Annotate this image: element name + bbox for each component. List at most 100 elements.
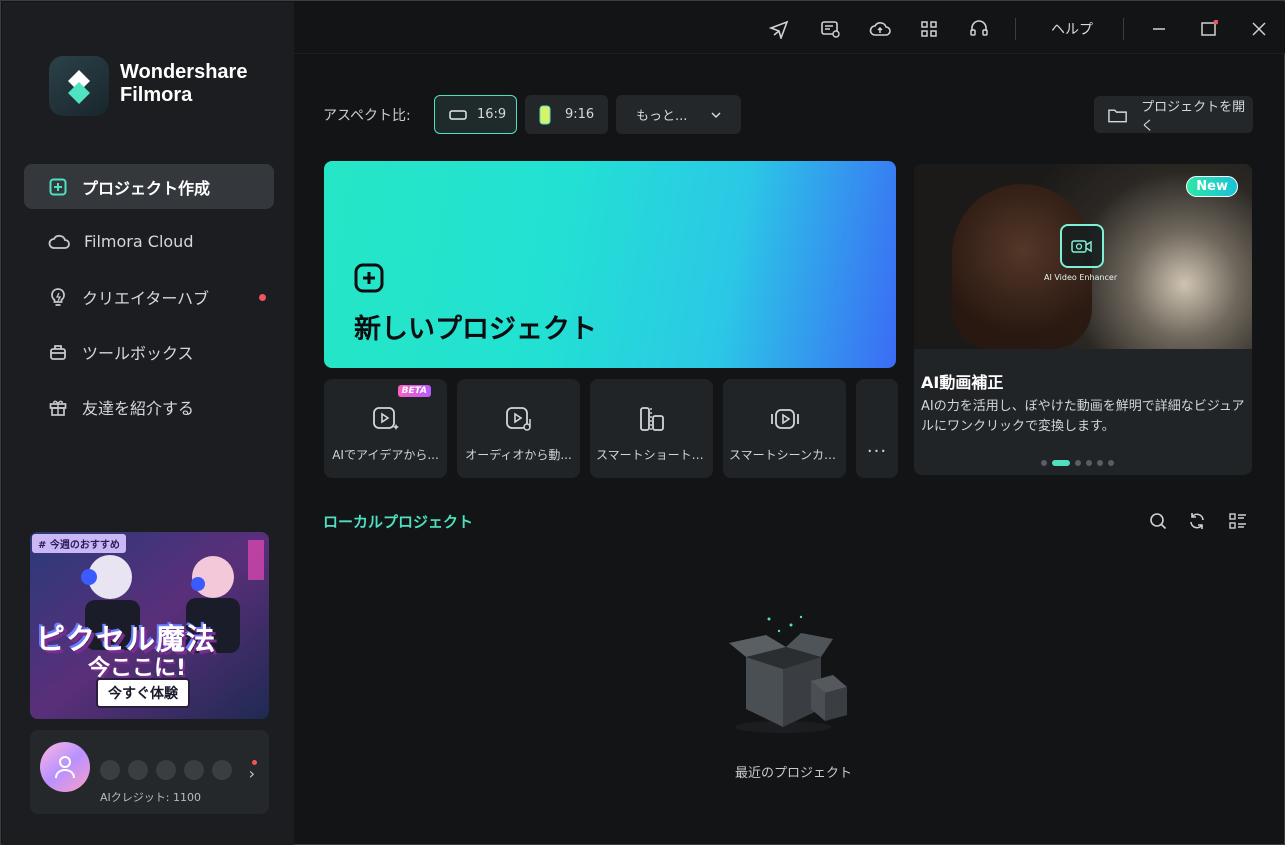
open-project-label: プロジェクトを開く [1141,99,1246,134]
list-view-icon[interactable] [1228,511,1248,531]
sidebar-item-label: Filmora Cloud [84,232,194,251]
video-enhancer-label: AI Video Enhancer [1044,273,1118,282]
tool-ai-idea[interactable]: BETA AIでアイデアから... [324,379,447,478]
refresh-icon[interactable] [1187,511,1207,531]
new-project-title: 新しいプロジェクト [354,314,597,345]
promo-tag: # 今週のおすすめ [32,534,126,553]
plus-square-icon [354,263,384,293]
badge-icon [156,760,176,780]
carousel-dot[interactable] [1097,460,1103,466]
new-badge: New [1186,176,1238,197]
title-bar: ヘルプ [294,2,1285,54]
carousel-dot[interactable] [1086,460,1092,466]
empty-projects-label: 最近のプロジェクト [735,766,853,781]
open-project-button[interactable]: プロジェクトを開く [1094,96,1253,134]
minimize-icon[interactable] [1146,16,1172,42]
avatar[interactable] [40,742,90,792]
smart-short-clip-icon [639,407,664,431]
gift-icon [49,400,67,416]
promo-try-now-button[interactable]: 今すぐ体験 [96,678,190,708]
user-icon [55,756,75,779]
filmora-window: Wondershare Filmora プロジェクト作成 Filmora Clo… [0,0,1285,845]
badge-icon [128,760,148,780]
tool-smart-scene-cut[interactable]: スマートシーンカット [723,379,846,478]
aspect-16-9-label: 16:9 [477,107,507,122]
tools-more-button[interactable]: ... [856,379,898,478]
headset-icon[interactable] [966,16,992,42]
toolbox-icon [50,344,66,360]
sidebar-item-creator-hub[interactable]: クリエイターハブ [24,274,274,319]
grid-icon[interactable] [916,16,942,42]
landscape-icon [449,109,467,120]
achievement-badges [100,760,232,780]
aspect-9-16-label: 9:16 [565,107,595,122]
filmora-logo [49,56,109,116]
carousel-dot[interactable] [1075,460,1081,466]
badge-icon [184,760,204,780]
sidebar-item-create-project[interactable]: プロジェクト作成 [24,164,274,209]
search-icon[interactable] [1148,511,1168,531]
smart-scene-cut-icon [770,409,799,429]
sidebar-item-label: 友達を紹介する [82,398,195,418]
video-enhancer-icon [1060,224,1104,268]
filmora-logo-icon [68,70,90,104]
empty-box-illustration [721,609,851,743]
chevron-down-icon [711,112,721,119]
ai-idea-icon [372,407,399,430]
feature-description: AIの力を活用し、ぼやけた動画を鮮明で詳細なビジュアルにワンクリックで変換します… [921,399,1245,434]
carousel-dot[interactable] [1108,460,1114,466]
quick-tools: BETA AIでアイデアから... オーディオから動... スマートショートク.… [324,379,898,478]
portrait-icon [539,105,551,124]
sidebar-item-label: クリエイターハブ [82,288,210,308]
aspect-ratio-label: アスペクト比: [323,108,411,124]
divider [1015,18,1016,40]
sidebar-item-label: プロジェクト作成 [82,178,211,198]
ai-credits: AIクレジット: 1100 [100,791,201,804]
brand-line2: Filmora [120,84,193,106]
more-dots-icon: ... [866,436,888,457]
beta-badge: BETA [397,385,431,397]
audio-to-video-icon [505,407,531,431]
sidebar-item-toolbox[interactable]: ツールボックス [24,329,274,374]
aspect-16-9-button[interactable]: 16:9 [434,95,517,134]
brand-name: Wondershare Filmora [120,61,247,107]
messages-icon[interactable] [817,16,843,42]
new-project-card[interactable]: 新しいプロジェクト [324,161,896,368]
divider [1123,18,1124,40]
new-project-icon [49,178,67,195]
cloud-icon [48,234,70,249]
tool-label: AIでアイデアから... [332,448,439,462]
badge-icon [212,760,232,780]
tool-label: スマートシーンカット [729,448,846,462]
sidebar-item-filmora-cloud[interactable]: Filmora Cloud [24,219,274,264]
help-menu[interactable]: ヘルプ [1051,19,1093,39]
chevron-right-icon[interactable]: › [249,764,255,783]
sidebar-item-label: ツールボックス [82,343,194,363]
feature-carousel-card[interactable]: New AI Video Enhancer AI動画補正 AIの力を活用し、ぼや… [914,164,1252,475]
aspect-more-label: もっと... [636,109,688,124]
tool-label: スマートショートク... [596,448,713,462]
notification-dot [259,294,266,301]
maximize-icon[interactable] [1196,16,1222,42]
aspect-9-16-button[interactable]: 9:16 [525,95,608,134]
tool-smart-short-clip[interactable]: スマートショートク... [590,379,713,478]
sidebar: Wondershare Filmora プロジェクト作成 Filmora Clo… [2,2,294,845]
carousel-dot[interactable] [1041,460,1047,466]
send-icon[interactable] [766,16,792,42]
badge-icon [100,760,120,780]
brand-line1: Wondershare [120,61,248,83]
feature-title: AI動画補正 [921,373,1004,392]
tool-label: オーディオから動... [465,448,572,462]
carousel-dot-active[interactable] [1052,460,1070,466]
folder-icon [1108,109,1127,122]
open-box-icon [729,615,847,733]
user-card[interactable]: › AIクレジット: 1100 [30,730,269,814]
tool-audio-to-video[interactable]: オーディオから動... [457,379,580,478]
local-projects-title: ローカルプロジェクト [323,513,474,531]
close-icon[interactable] [1246,16,1272,42]
cloud-upload-icon[interactable] [867,16,893,42]
sidebar-item-refer-friend[interactable]: 友達を紹介する [24,384,274,429]
lightbulb-icon [51,287,65,306]
promo-banner[interactable]: # 今週のおすすめ ピクセル魔法 今ここに! 今すぐ体験 [30,532,269,719]
aspect-more-dropdown[interactable]: もっと... [616,95,741,134]
